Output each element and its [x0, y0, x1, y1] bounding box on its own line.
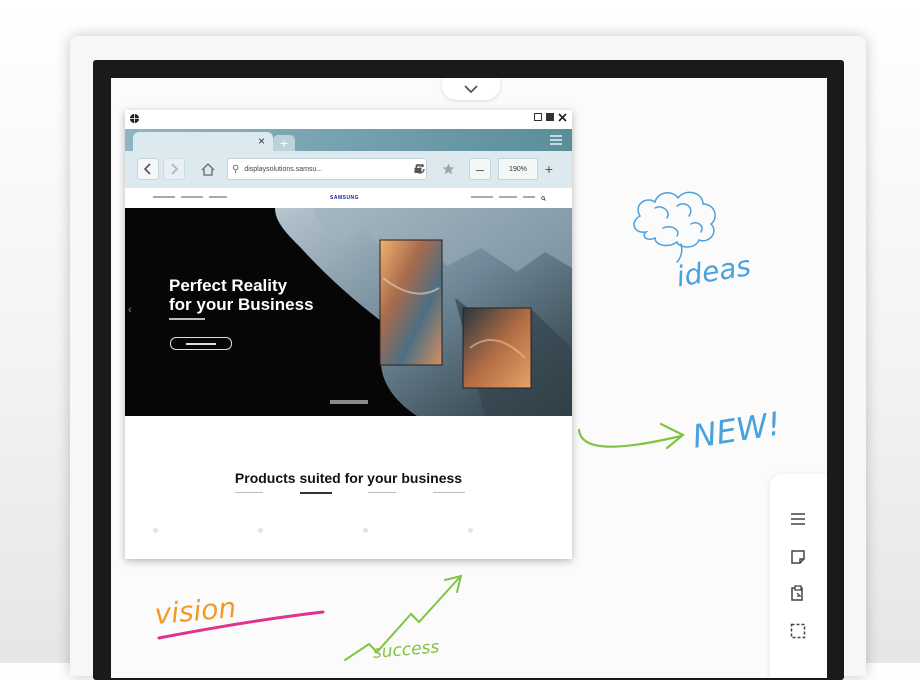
website-nav-right	[471, 196, 546, 201]
product-tab[interactable]	[368, 492, 397, 493]
close-window-icon[interactable]	[558, 113, 567, 122]
nav-placeholder[interactable]	[181, 196, 203, 198]
success-text: success	[372, 637, 440, 663]
whiteboard-screen[interactable]: × + ⚲ displaysolutions.samsu... – 190% +…	[111, 78, 827, 678]
paste-icon[interactable]	[789, 584, 807, 602]
hero-carousel-indicator[interactable]	[330, 400, 368, 404]
products-tabs	[235, 492, 465, 494]
hero-title-line2: for your Business	[169, 295, 314, 314]
address-text: displaysolutions.samsu...	[244, 165, 323, 173]
nav-placeholder[interactable]	[471, 196, 493, 198]
nav-placeholder[interactable]	[499, 196, 517, 198]
product-card[interactable]	[258, 528, 263, 533]
search-icon: ⚲	[232, 163, 240, 175]
vision-underline	[157, 610, 325, 640]
browser-tab-strip: × +	[125, 129, 572, 151]
product-tab-active[interactable]	[299, 492, 332, 494]
hero-title: Perfect Reality for your Business	[169, 276, 314, 314]
products-section: Products suited for your business	[125, 416, 572, 559]
product-card[interactable]	[363, 528, 368, 533]
success-arrow	[344, 574, 463, 661]
browser-window-titlebar[interactable]	[125, 110, 572, 128]
product-card[interactable]	[468, 528, 473, 533]
collapse-toolbar-button[interactable]	[442, 78, 500, 100]
new-tab-button[interactable]: +	[273, 135, 295, 151]
address-bar[interactable]: ⚲ displaysolutions.samsu...	[227, 158, 427, 180]
nav-placeholder[interactable]	[153, 196, 175, 198]
browser-toolbar: ⚲ displaysolutions.samsu... – 190% +	[125, 151, 572, 188]
website-nav: SAMSUNG	[125, 188, 572, 208]
new-arrow	[577, 422, 686, 450]
chevron-down-icon	[464, 85, 478, 94]
forward-button[interactable]	[163, 158, 185, 180]
brain-sketch	[633, 191, 716, 263]
products-title: Products suited for your business	[234, 470, 463, 486]
nav-placeholder[interactable]	[209, 196, 227, 198]
chevron-left-icon	[144, 163, 151, 175]
reload-icon	[415, 163, 425, 174]
hero-prev-arrow[interactable]: ‹	[128, 304, 132, 316]
star-icon	[442, 163, 454, 175]
browser-window[interactable]: × + ⚲ displaysolutions.samsu... – 190% +…	[125, 110, 572, 559]
whiteboard-tool-panel	[770, 474, 827, 678]
hero-title-line1: Perfect Reality	[169, 276, 288, 295]
search-icon[interactable]	[541, 196, 546, 201]
nav-placeholder[interactable]	[523, 196, 535, 198]
tab-close-button[interactable]: ×	[258, 134, 265, 148]
website-nav-left	[153, 196, 227, 198]
hero-banner[interactable]: ‹ Perfect Reality for your Business	[125, 208, 572, 416]
sticky-note-icon[interactable]	[789, 548, 807, 566]
bookmark-button[interactable]	[437, 158, 459, 180]
hero-subtitle-line	[169, 318, 205, 320]
ideas-text: ideas	[674, 249, 753, 293]
home-button[interactable]	[197, 158, 219, 180]
product-tab[interactable]	[235, 492, 263, 493]
home-icon	[201, 162, 215, 176]
maximize-window-icon[interactable]	[546, 113, 554, 121]
selection-icon[interactable]	[789, 622, 807, 640]
menu-icon[interactable]	[789, 510, 807, 528]
back-button[interactable]	[137, 158, 159, 180]
vision-text: vision	[153, 591, 237, 631]
zoom-level: 190%	[498, 158, 538, 180]
new-text: NEW!	[690, 404, 783, 455]
learn-more-text-line	[186, 342, 216, 345]
browser-tab[interactable]: ×	[133, 132, 273, 151]
product-cards	[153, 528, 473, 533]
restore-window-icon[interactable]	[534, 113, 542, 121]
reload-button[interactable]	[409, 158, 431, 180]
learn-more-button[interactable]	[170, 337, 232, 350]
samsung-logo[interactable]: SAMSUNG	[330, 195, 359, 201]
hero-subtitle	[169, 318, 205, 320]
chevron-right-icon	[171, 163, 178, 175]
browser-menu-icon[interactable]	[550, 135, 562, 145]
zoom-out-button[interactable]: –	[469, 158, 491, 180]
zoom-in-button[interactable]: +	[538, 158, 560, 180]
globe-icon	[129, 113, 140, 124]
product-tab[interactable]	[432, 492, 465, 493]
product-card[interactable]	[153, 528, 158, 533]
